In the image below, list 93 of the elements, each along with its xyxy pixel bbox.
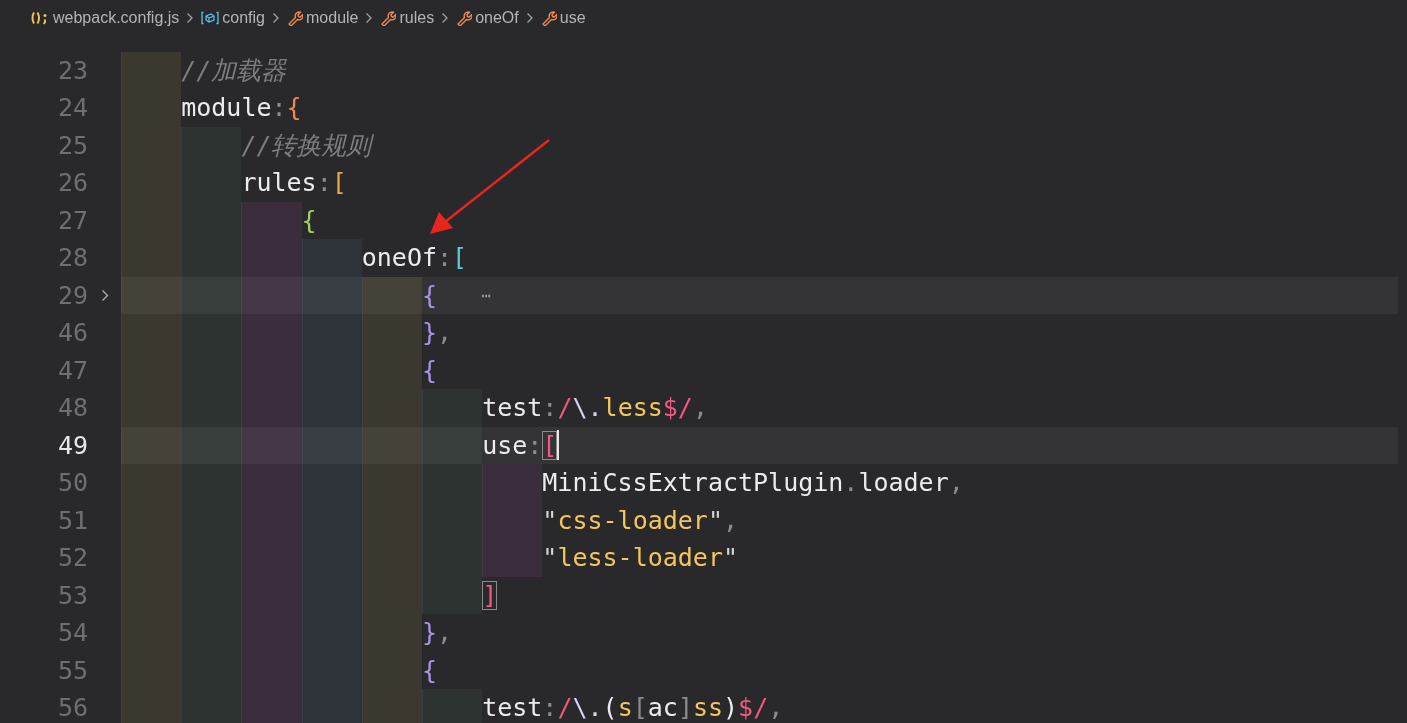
indent-guide <box>361 426 422 464</box>
indent-guide <box>421 426 483 464</box>
indent-guide <box>482 464 543 502</box>
indent-guide <box>301 239 362 277</box>
line-number: 25 <box>56 129 88 162</box>
indent-guide <box>121 426 182 464</box>
indent-guide <box>301 426 362 464</box>
chevron-icon <box>525 12 534 24</box>
code-text[interactable]: { <box>421 276 437 314</box>
line-number: 26 <box>56 167 88 199</box>
line-number: 29 <box>56 279 88 312</box>
chevron-icon <box>365 12 374 24</box>
line-number: 50 <box>56 467 88 499</box>
chevron-icon[interactable] <box>100 288 109 302</box>
cube-icon <box>201 11 220 25</box>
code-text[interactable]: "less-loader" <box>542 539 738 577</box>
indent-guide <box>241 239 302 277</box>
code-text[interactable]: "css-loader", <box>542 501 738 539</box>
indent-guide <box>301 464 362 502</box>
indent-guide <box>241 426 302 464</box>
chevron-icon <box>186 12 195 24</box>
line-number: 54 <box>56 617 88 649</box>
indent-guide <box>361 689 422 723</box>
code-text[interactable]: //转换规则 <box>241 126 372 164</box>
indent-guide <box>241 464 302 502</box>
indent-guide <box>181 389 242 427</box>
line-number: 47 <box>56 354 88 387</box>
code-text[interactable]: //加载器 <box>181 51 287 89</box>
code-text[interactable]: { <box>421 351 437 389</box>
line-number: 24 <box>56 92 88 124</box>
indent-guide <box>121 464 182 502</box>
breadcrumb-item[interactable]: use <box>540 9 586 27</box>
code-text[interactable]: test:/\.(s[ac]ss)$/, <box>482 689 784 723</box>
breadcrumb-item[interactable]: oneOf <box>456 9 519 27</box>
code-text[interactable]: { <box>301 201 317 239</box>
indent-guide <box>301 276 362 314</box>
wrench-icon <box>456 10 473 26</box>
code-text[interactable]: { <box>421 651 437 689</box>
indent-guide <box>301 389 362 427</box>
code-text[interactable]: module:{ <box>181 89 302 127</box>
code-text[interactable]: oneOf:[ <box>361 239 468 277</box>
code-text[interactable]: }, <box>421 314 453 352</box>
indent-guide <box>301 314 362 352</box>
breadcrumb-item[interactable]: webpack.config.js <box>30 9 180 27</box>
line-number: 52 <box>56 542 88 574</box>
indent-guide <box>181 426 242 464</box>
line-number: 48 <box>56 392 88 424</box>
indent-guide <box>421 576 483 614</box>
indent-guide <box>181 314 242 352</box>
breadcrumb-item[interactable]: config <box>201 9 265 27</box>
indent-guide <box>241 389 302 427</box>
indent-guide <box>241 276 302 314</box>
code-text[interactable]: rules:[ <box>241 164 347 202</box>
breadcrumb-item[interactable]: module <box>287 9 359 27</box>
breadcrumb-item[interactable]: rules <box>380 9 435 27</box>
indent-guide <box>181 464 242 502</box>
indent-guide <box>361 276 422 314</box>
indent-guide <box>121 51 182 89</box>
indent-guide <box>361 314 422 352</box>
indent-guide <box>361 464 422 502</box>
indent-guide <box>421 389 483 427</box>
code-text[interactable]: }, <box>421 614 453 652</box>
indent-guide <box>121 314 182 352</box>
fold-placeholder[interactable]: ⋯ <box>481 276 491 314</box>
indent-guide <box>241 201 302 239</box>
line-number: 49 <box>56 429 88 462</box>
code-text[interactable]: ] <box>482 576 498 614</box>
code-text[interactable]: use:[ <box>482 426 558 464</box>
line-number: 27 <box>56 204 88 237</box>
indent-guide <box>482 539 543 577</box>
indent-guide <box>121 239 182 277</box>
indent-guide <box>241 314 302 352</box>
line-number: 23 <box>56 54 88 87</box>
line-number: 53 <box>56 579 88 612</box>
indent-guide <box>421 464 483 502</box>
wrench-icon <box>540 10 557 26</box>
line-number: 56 <box>56 692 88 723</box>
indent-guide <box>181 239 242 277</box>
code-text[interactable]: MiniCssExtractPlugin.loader, <box>542 464 964 502</box>
indent-guide <box>121 276 182 314</box>
chevron-icon <box>272 12 280 24</box>
code-text[interactable]: test:/\.less$/, <box>482 389 708 427</box>
line-number: 28 <box>56 242 88 274</box>
indent-guide <box>121 689 182 723</box>
wrench-icon <box>287 10 303 26</box>
line-number: 51 <box>56 504 88 537</box>
line-number: 55 <box>56 654 88 687</box>
indent-guide <box>361 389 422 427</box>
indent-guide <box>181 276 242 314</box>
chevron-icon <box>441 12 450 24</box>
wrench-icon <box>380 10 397 26</box>
indent-guide <box>121 389 182 427</box>
line-number: 46 <box>56 317 88 349</box>
